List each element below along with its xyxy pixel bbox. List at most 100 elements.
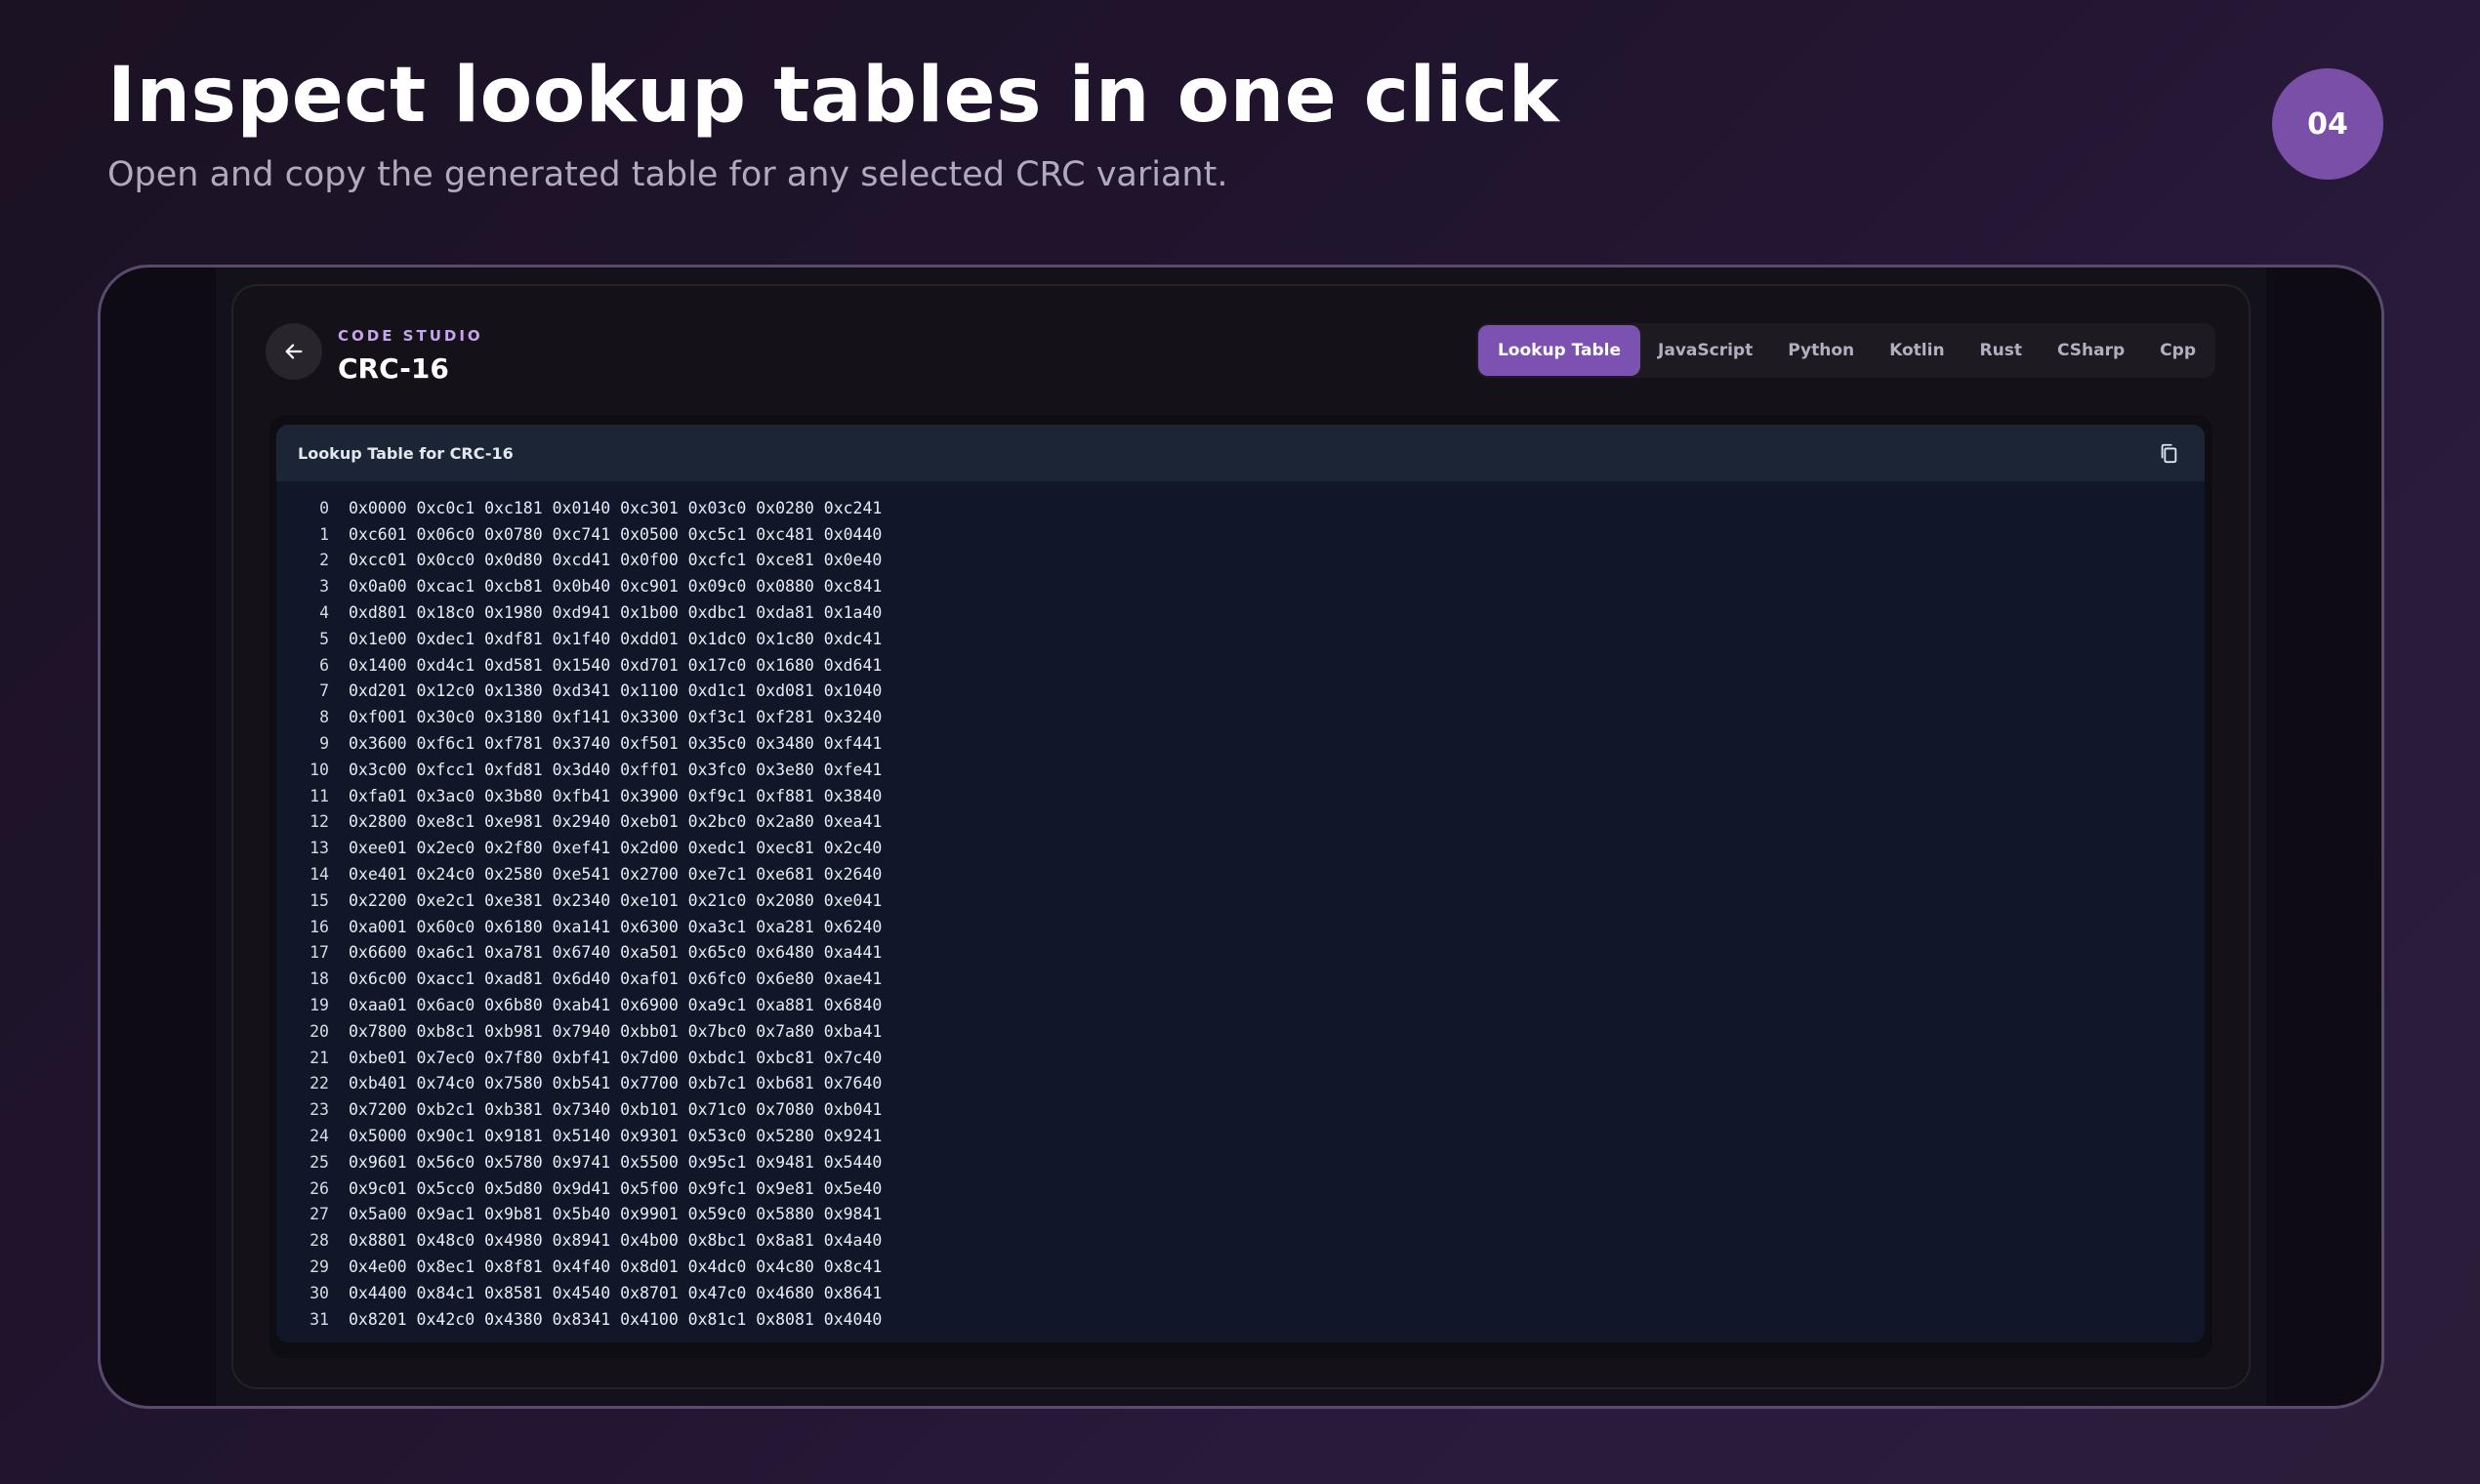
table-row: 9 0x3600 0xf6c1 0xf781 0x3740 0xf501 0x35…	[286, 730, 2205, 757]
table-row: 18 0x6c00 0xacc1 0xad81 0x6d40 0xaf01 0x6…	[286, 966, 2205, 992]
table-row-values: 0x6c00 0xacc1 0xad81 0x6d40 0xaf01 0x6fc…	[349, 969, 883, 989]
table-row: 19 0xaa01 0x6ac0 0x6b80 0xab41 0x6900 0xa…	[286, 992, 2205, 1018]
table-row: 16 0xa001 0x60c0 0x6180 0xa141 0x6300 0xa…	[286, 914, 2205, 940]
table-row: 20 0x7800 0xb8c1 0xb981 0x7940 0xbb01 0x7…	[286, 1018, 2205, 1045]
table-row: 23 0x7200 0xb2c1 0xb381 0x7340 0xb101 0x7…	[286, 1096, 2205, 1123]
line-number: 1	[319, 524, 329, 544]
line-number: 15	[310, 890, 329, 910]
line-number: 11	[310, 786, 329, 805]
table-row-values: 0xee01 0x2ec0 0x2f80 0xef41 0x2d00 0xedc…	[349, 839, 883, 858]
line-number: 14	[310, 865, 329, 885]
code-frame: Lookup Table for CRC-16 0 0x0000 0xc0c1 0…	[269, 415, 2212, 1358]
table-row: 21 0xbe01 0x7ec0 0x7f80 0xbf41 0x7d00 0xb…	[286, 1045, 2205, 1071]
table-row: 13 0xee01 0x2ec0 0x2f80 0xef41 0x2d00 0xe…	[286, 835, 2205, 861]
table-row: 14 0xe401 0x24c0 0x2580 0xe541 0x2700 0xe…	[286, 861, 2205, 887]
table-row-values: 0xbe01 0x7ec0 0x7f80 0xbf41 0x7d00 0xbdc…	[349, 1048, 883, 1067]
table-row: 26 0x9c01 0x5cc0 0x5d80 0x9d41 0x5f00 0x9…	[286, 1175, 2205, 1202]
line-number: 9	[319, 734, 329, 754]
line-number: 5	[319, 629, 329, 648]
line-number: 0	[319, 498, 329, 517]
table-row: 1 0xc601 0x06c0 0x0780 0xc741 0x0500 0xc5…	[286, 521, 2205, 548]
copy-button[interactable]	[2154, 438, 2183, 468]
table-row-values: 0x1400 0xd4c1 0xd581 0x1540 0xd701 0x17c…	[349, 655, 883, 675]
language-tab-bar: Lookup Table JavaScript Python Kotlin Ru…	[1475, 323, 2215, 378]
table-row: 30 0x4400 0x84c1 0x8581 0x4540 0x8701 0x4…	[286, 1280, 2205, 1306]
table-row: 31 0x8201 0x42c0 0x4380 0x8341 0x4100 0x8…	[286, 1306, 2205, 1333]
table-row-values: 0x7800 0xb8c1 0xb981 0x7940 0xbb01 0x7bc…	[349, 1021, 883, 1041]
line-number: 21	[310, 1048, 329, 1067]
table-row: 24 0x5000 0x90c1 0x9181 0x5140 0x9301 0x5…	[286, 1123, 2205, 1149]
table-row: 0 0x0000 0xc0c1 0xc181 0x0140 0xc301 0x03…	[286, 495, 2205, 521]
table-row-values: 0xcc01 0x0cc0 0x0d80 0xcd41 0x0f00 0xcfc…	[349, 551, 883, 570]
table-row-values: 0x8201 0x42c0 0x4380 0x8341 0x4100 0x81c…	[349, 1309, 883, 1329]
device-frame: CODE STUDIO CRC-16 Lookup Table JavaScri…	[98, 265, 2384, 1409]
tab-csharp[interactable]: CSharp	[2040, 325, 2142, 376]
table-row-values: 0x3c00 0xfcc1 0xfd81 0x3d40 0xff01 0x3fc…	[349, 760, 883, 779]
line-number: 4	[319, 603, 329, 623]
table-row-values: 0x5000 0x90c1 0x9181 0x5140 0x9301 0x53c…	[349, 1127, 883, 1146]
table-row: 15 0x2200 0xe2c1 0xe381 0x2340 0xe101 0x2…	[286, 887, 2205, 914]
table-row-values: 0x8801 0x48c0 0x4980 0x8941 0x4b00 0x8bc…	[349, 1231, 883, 1251]
code-header: Lookup Table for CRC-16	[276, 425, 2205, 481]
table-row-values: 0x7200 0xb2c1 0xb381 0x7340 0xb101 0x71c…	[349, 1100, 883, 1120]
table-row-values: 0x4e00 0x8ec1 0x8f81 0x4f40 0x8d01 0x4dc…	[349, 1257, 883, 1276]
line-number: 3	[319, 577, 329, 597]
tab-cpp[interactable]: Cpp	[2142, 325, 2213, 376]
line-number: 25	[310, 1152, 329, 1172]
back-button[interactable]	[266, 323, 322, 380]
table-row-values: 0x1e00 0xdec1 0xdf81 0x1f40 0xdd01 0x1dc…	[349, 629, 883, 648]
line-number: 8	[319, 708, 329, 727]
tab-javascript[interactable]: JavaScript	[1640, 325, 1770, 376]
lookup-table-code[interactable]: 0 0x0000 0xc0c1 0xc181 0x0140 0xc301 0x03…	[276, 481, 2205, 1333]
table-row-values: 0x9c01 0x5cc0 0x5d80 0x9d41 0x5f00 0x9fc…	[349, 1178, 883, 1198]
table-row-values: 0xb401 0x74c0 0x7580 0xb541 0x7700 0xb7c…	[349, 1074, 883, 1093]
line-number: 6	[319, 655, 329, 675]
table-row-values: 0xc601 0x06c0 0x0780 0xc741 0x0500 0xc5c…	[349, 524, 883, 544]
table-row-values: 0x5a00 0x9ac1 0x9b81 0x5b40 0x9901 0x59c…	[349, 1205, 883, 1224]
line-number: 12	[310, 812, 329, 832]
variant-title: CRC-16	[338, 352, 449, 385]
table-row: 28 0x8801 0x48c0 0x4980 0x8941 0x4b00 0x8…	[286, 1227, 2205, 1254]
table-row: 6 0x1400 0xd4c1 0xd581 0x1540 0xd701 0x17…	[286, 652, 2205, 679]
table-row: 29 0x4e00 0x8ec1 0x8f81 0x4f40 0x8d01 0x4…	[286, 1254, 2205, 1280]
table-row-values: 0x6600 0xa6c1 0xa781 0x6740 0xa501 0x65c…	[349, 943, 883, 963]
table-row-values: 0x4400 0x84c1 0x8581 0x4540 0x8701 0x47c…	[349, 1283, 883, 1302]
table-row-values: 0xd201 0x12c0 0x1380 0xd341 0x1100 0xd1c…	[349, 681, 883, 701]
code-title: Lookup Table for CRC-16	[298, 443, 514, 463]
table-row: 10 0x3c00 0xfcc1 0xfd81 0x3d40 0xff01 0x3…	[286, 757, 2205, 783]
line-number: 28	[310, 1231, 329, 1251]
table-row-values: 0xa001 0x60c0 0x6180 0xa141 0x6300 0xa3c…	[349, 917, 883, 936]
arrow-left-icon	[285, 344, 303, 359]
table-row-values: 0xaa01 0x6ac0 0x6b80 0xab41 0x6900 0xa9c…	[349, 996, 883, 1015]
tab-lookup-table[interactable]: Lookup Table	[1477, 325, 1641, 376]
line-number: 22	[310, 1074, 329, 1093]
section-eyebrow: CODE STUDIO	[338, 327, 483, 345]
line-number: 2	[319, 551, 329, 570]
table-row: 25 0x9601 0x56c0 0x5780 0x9741 0x5500 0x9…	[286, 1149, 2205, 1175]
line-number: 26	[310, 1178, 329, 1198]
line-number: 27	[310, 1205, 329, 1224]
line-number: 23	[310, 1100, 329, 1120]
line-number: 18	[310, 969, 329, 989]
table-row-values: 0x2200 0xe2c1 0xe381 0x2340 0xe101 0x21c…	[349, 890, 883, 910]
tab-rust[interactable]: Rust	[1963, 325, 2040, 376]
table-row-values: 0xe401 0x24c0 0x2580 0xe541 0x2700 0xe7c…	[349, 865, 883, 885]
table-row-values: 0x0000 0xc0c1 0xc181 0x0140 0xc301 0x03c…	[349, 498, 883, 517]
slide-subtitle: Open and copy the generated table for an…	[107, 155, 1228, 194]
tab-python[interactable]: Python	[1770, 325, 1872, 376]
table-row-values: 0xf001 0x30c0 0x3180 0xf141 0x3300 0xf3c…	[349, 708, 883, 727]
line-number: 16	[310, 917, 329, 936]
table-row: 2 0xcc01 0x0cc0 0x0d80 0xcd41 0x0f00 0xcf…	[286, 548, 2205, 574]
line-number: 31	[310, 1309, 329, 1329]
table-row: 22 0xb401 0x74c0 0x7580 0xb541 0x7700 0xb…	[286, 1071, 2205, 1097]
line-number: 24	[310, 1127, 329, 1146]
table-row: 8 0xf001 0x30c0 0x3180 0xf141 0x3300 0xf3…	[286, 704, 2205, 730]
line-number: 13	[310, 839, 329, 858]
tab-kotlin[interactable]: Kotlin	[1872, 325, 1962, 376]
code-studio-panel: CODE STUDIO CRC-16 Lookup Table JavaScri…	[231, 284, 2251, 1389]
table-row: 27 0x5a00 0x9ac1 0x9b81 0x5b40 0x9901 0x5…	[286, 1202, 2205, 1228]
line-number: 7	[319, 681, 329, 701]
line-number: 10	[310, 760, 329, 779]
line-number: 19	[310, 996, 329, 1015]
line-number: 17	[310, 943, 329, 963]
